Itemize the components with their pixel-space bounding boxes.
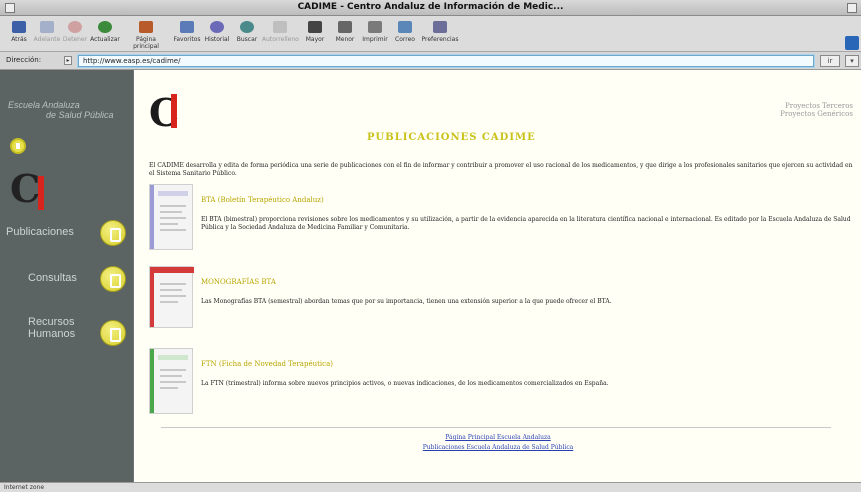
stop-icon [68,21,82,33]
ftn-thumbnail[interactable] [149,348,193,414]
consultations-icon[interactable] [100,266,126,292]
intro-text: El CADIME desarrolla y edita de forma pe… [149,162,853,177]
history-button[interactable]: Historial [202,19,232,49]
smaller-text-button[interactable]: Menor [330,19,360,49]
footer-link-home[interactable]: Página Principal Escuela Andaluza [135,434,861,441]
print-button[interactable]: Imprimir [360,19,390,49]
content-frame: C Proyectos Terceros Proyectos Genéricos… [135,70,861,482]
publication-description: Las Monografías BTA (semestral) abordan … [201,298,612,305]
forward-button[interactable]: Adelante [32,19,62,49]
home-icon [139,21,153,33]
left-navigation-frame: Escuela Andaluza de Salud Pública C Publ… [0,70,134,482]
corner-link-2[interactable]: Proyectos Genéricos [780,110,853,118]
history-icon [210,21,224,33]
bta-thumbnail[interactable] [149,184,193,250]
page-title: PUBLICACIONES CADIME [367,132,536,143]
smaller-text-icon [338,21,352,33]
larger-text-button[interactable]: Mayor [300,19,330,49]
publication-title-link[interactable]: FTN (Ficha de Novedad Terapéutica) [201,360,333,368]
title-bar: CADIME - Centro Andaluz de Información d… [0,0,861,16]
publications-icon[interactable] [100,220,126,246]
back-button[interactable]: Atrás [4,19,34,49]
forward-arrow-icon [40,21,54,33]
toolbar: Atrás Adelante Detener Actualizar Página… [0,16,861,52]
address-input[interactable]: http://www.easp.es/cadime/ [78,55,814,67]
logo-bar [171,94,177,128]
print-icon [368,21,382,33]
footer-link-publications[interactable]: Publicaciones Escuela Andaluza de Salud … [135,444,861,451]
publication-title-link[interactable]: MONOGRAFÍAS BTA [201,278,276,286]
autofill-button[interactable]: Autorrelleno [262,19,299,49]
status-bar: Internet zone [0,482,861,492]
search-icon [240,21,254,33]
address-extra-button[interactable]: ▾ [845,55,859,67]
nav-publicaciones[interactable]: Publicaciones [4,220,130,248]
preferences-button[interactable]: Preferencias [420,19,460,49]
address-dropdown-icon[interactable]: ▸ [64,56,72,65]
cadime-logo-main: C [149,90,179,135]
publication-description: El BTA (bimestral) proporciona revisione… [201,216,851,231]
back-arrow-icon [12,21,26,33]
home-button[interactable]: Página principal [124,19,168,50]
home-icon[interactable] [10,138,26,154]
nav-recursos-humanos[interactable]: Recursos Humanos [4,314,130,354]
address-label: Dirección: [6,56,42,64]
autofill-icon [273,21,287,33]
monografias-thumbnail[interactable] [149,266,194,328]
zoom-box[interactable] [847,3,857,13]
preferences-icon [433,21,447,33]
school-name[interactable]: Escuela Andaluza de Salud Pública [8,100,128,120]
logo-bar [38,176,44,210]
favorites-button[interactable]: Favoritos [172,19,202,49]
cadime-logo: C [10,166,44,211]
publication-description: La FTN (trimestral) informa sobre nuevos… [201,380,609,387]
human-resources-icon[interactable] [100,320,126,346]
address-bar: Dirección: ▸ http://www.easp.es/cadime/ … [0,52,861,70]
corner-links: Proyectos Terceros Proyectos Genéricos [780,102,853,118]
browser-logo-icon [845,36,859,50]
nav-consultas[interactable]: Consultas [4,266,130,294]
browser-window: CADIME - Centro Andaluz de Información d… [0,0,861,492]
go-button[interactable]: ir [820,55,840,67]
divider [161,427,831,428]
mail-icon [398,21,412,33]
publication-title-link[interactable]: BTA (Boletín Terapéutico Andaluz) [201,196,324,204]
search-button[interactable]: Buscar [232,19,262,49]
refresh-icon [98,21,112,33]
refresh-button[interactable]: Actualizar [90,19,120,49]
favorites-icon [180,21,194,33]
corner-link-1[interactable]: Proyectos Terceros [780,102,853,110]
window-title: CADIME - Centro Andaluz de Información d… [297,2,564,12]
stop-button[interactable]: Detener [60,19,90,49]
larger-text-icon [308,21,322,33]
mail-button[interactable]: Correo [390,19,420,49]
